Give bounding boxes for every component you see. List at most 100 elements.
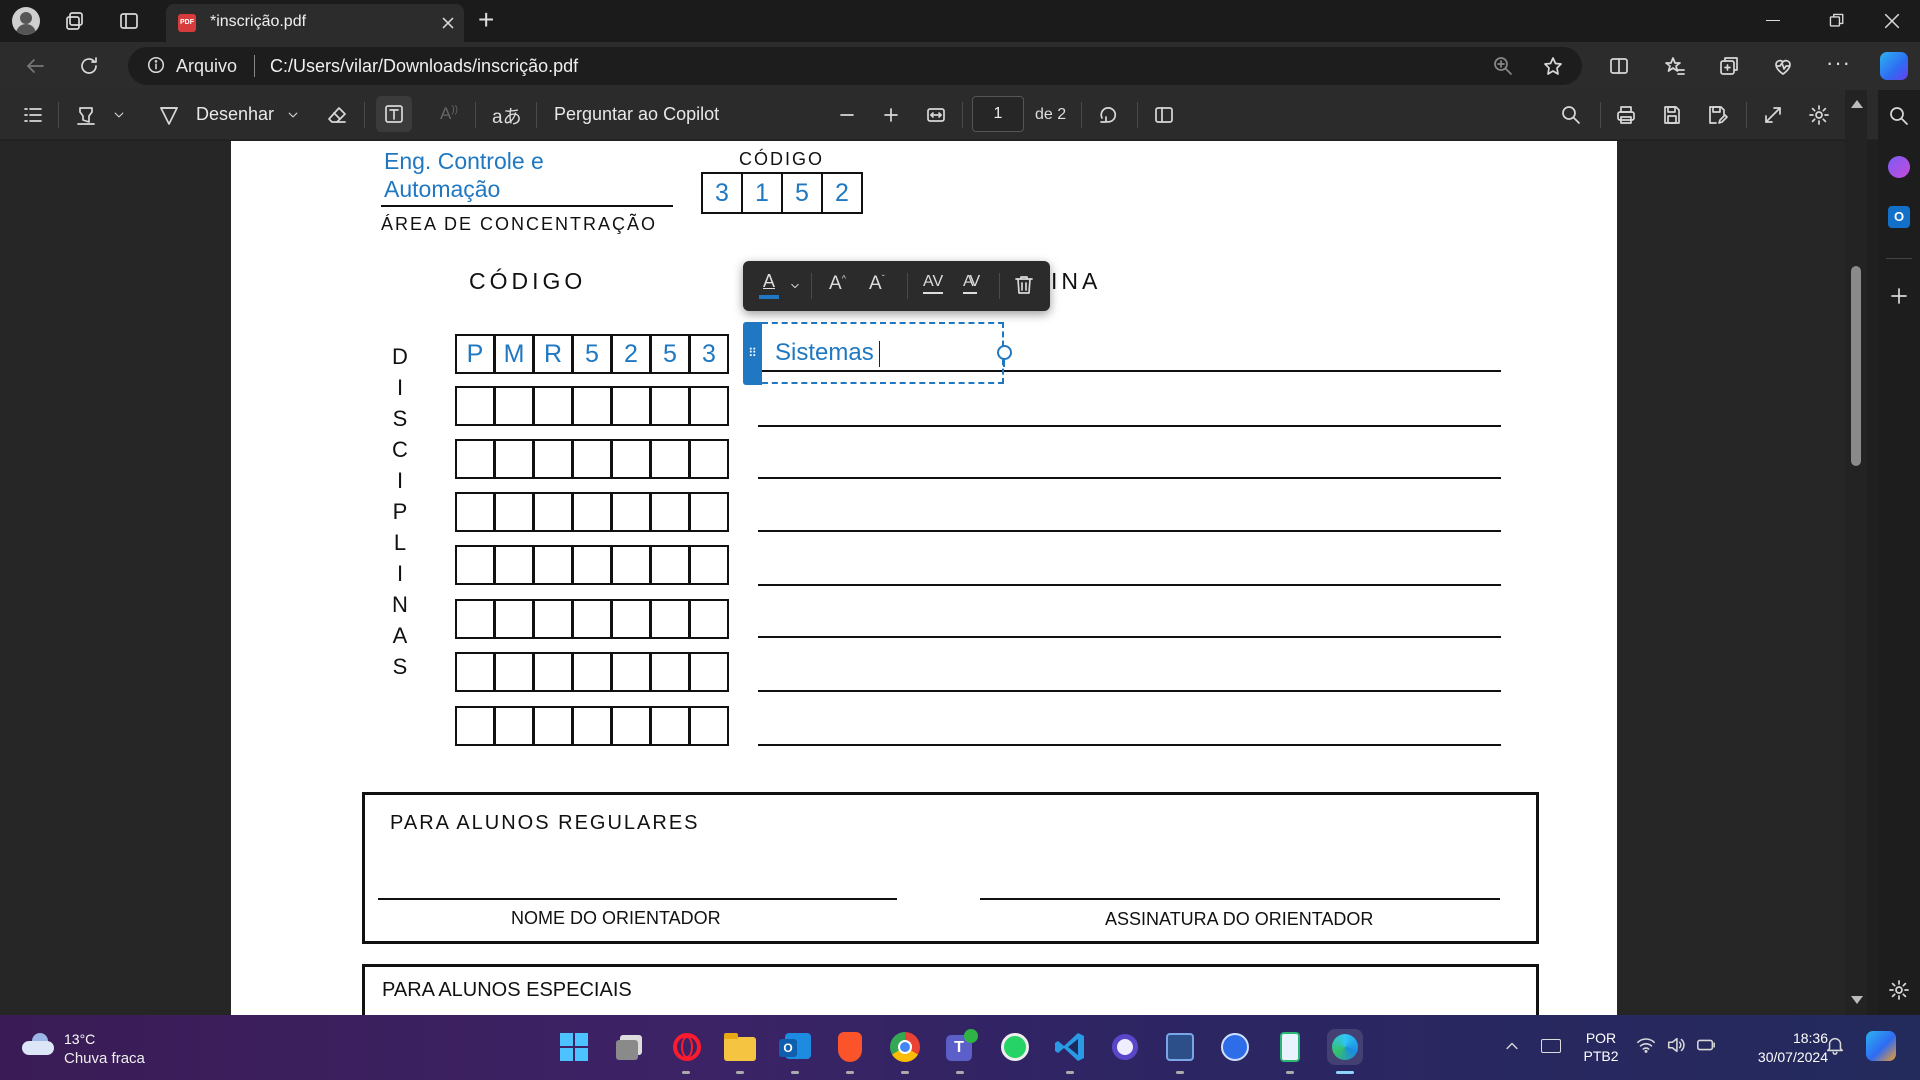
minimize-icon[interactable] [1766,20,1780,21]
chrome-icon[interactable] [887,1029,923,1065]
increase-font-icon[interactable]: A^ [829,273,846,295]
code-cell[interactable] [611,545,651,585]
zoom-out-icon[interactable] [836,104,858,126]
split-screen-icon[interactable] [1608,55,1630,77]
print-icon[interactable] [1615,104,1637,126]
close-window-icon[interactable] [1882,11,1902,31]
code-cell[interactable]: P [455,334,495,374]
code-cell[interactable]: R [533,334,573,374]
discipline-line[interactable] [758,477,1501,479]
code-cell[interactable] [533,652,573,692]
code-cell[interactable] [689,545,729,585]
app-icon-purple[interactable] [1107,1029,1143,1065]
code-cell[interactable] [494,599,534,639]
code-cell[interactable] [650,439,690,479]
browser-essentials-icon[interactable] [1772,55,1794,77]
increase-spacing-icon[interactable]: AV [923,272,944,294]
code-cell[interactable] [572,439,612,479]
orientador-signature-line[interactable] [980,898,1500,900]
codigo-top-cell[interactable]: 2 [821,172,863,214]
code-cell[interactable] [494,439,534,479]
code-cell[interactable] [689,492,729,532]
refresh-icon[interactable] [78,55,100,77]
security-label[interactable]: Arquivo [176,56,237,77]
scroll-down-arrow[interactable] [1851,996,1863,1004]
weather-icon[interactable] [22,1033,54,1055]
resize-handle[interactable] [997,345,1012,360]
info-icon[interactable] [146,55,166,75]
ask-copilot-button[interactable]: Perguntar ao Copilot [554,104,719,125]
code-cell[interactable] [455,439,495,479]
code-cell[interactable] [650,652,690,692]
add-sidebar-app-icon[interactable] [1888,285,1910,307]
new-tab-button[interactable]: + [478,6,494,34]
code-cell[interactable] [689,439,729,479]
code-cell[interactable] [572,652,612,692]
code-cell[interactable] [533,599,573,639]
code-cell[interactable] [533,439,573,479]
more-menu-icon[interactable]: ··· [1826,52,1851,74]
code-cell[interactable] [689,386,729,426]
sidebar-settings-icon[interactable] [1888,979,1910,1001]
discipline-line[interactable] [758,425,1501,427]
code-cell[interactable] [689,706,729,746]
code-cell[interactable]: 5 [650,334,690,374]
brave-icon[interactable] [832,1029,868,1065]
code-cell[interactable] [611,652,651,692]
battery-icon[interactable] [1696,1035,1716,1055]
code-cell[interactable] [572,386,612,426]
show-hidden-icons[interactable] [1503,1037,1521,1055]
pdf-page[interactable]: Eng. Controle e Automação ÁREA DE CONCEN… [231,141,1617,1024]
highlight-dropdown-icon[interactable] [112,108,126,122]
scroll-up-arrow[interactable] [1851,100,1863,108]
active-tab[interactable]: PDF *inscrição.pdf [166,4,464,42]
wifi-icon[interactable] [1636,1035,1656,1055]
rotate-icon[interactable] [1097,104,1119,126]
copilot-taskbar-icon[interactable] [1866,1031,1896,1061]
code-cell[interactable] [533,706,573,746]
weather-temp[interactable]: 13°C [64,1031,95,1047]
draw-dropdown-icon[interactable] [286,108,300,122]
discipline-line[interactable] [758,584,1501,586]
workspaces-icon[interactable] [64,10,86,32]
search-icon[interactable] [1560,104,1582,126]
code-cell[interactable] [650,386,690,426]
task-view-icon[interactable] [612,1029,648,1065]
page-number-input[interactable]: 1 [972,96,1024,132]
code-cell[interactable] [650,599,690,639]
delete-icon[interactable] [1013,274,1035,296]
zoom-icon[interactable] [1492,55,1514,77]
discipline-line[interactable] [758,744,1501,746]
app-icon-compass[interactable] [1217,1029,1253,1065]
settings-icon[interactable] [1808,104,1830,126]
code-cell[interactable]: 2 [611,334,651,374]
code-cell[interactable] [494,706,534,746]
codigo-top-cell[interactable]: 5 [781,172,823,214]
code-cell[interactable] [494,492,534,532]
code-cell[interactable] [650,706,690,746]
edge-icon[interactable] [1327,1029,1363,1065]
code-cell[interactable] [572,545,612,585]
code-cell[interactable] [689,599,729,639]
save-as-icon[interactable] [1706,104,1728,126]
scroll-thumb[interactable] [1851,266,1861,466]
vscode-icon[interactable] [1052,1029,1088,1065]
page-view-icon[interactable] [1153,104,1175,126]
outlook-icon[interactable]: O [1888,206,1910,228]
vertical-tabs-icon[interactable] [118,10,140,32]
code-cell[interactable] [494,386,534,426]
contents-list-icon[interactable] [22,104,44,126]
code-cell[interactable] [611,439,651,479]
discipline-line[interactable] [758,636,1501,638]
weather-desc[interactable]: Chuva fraca [64,1050,145,1067]
save-icon[interactable] [1661,104,1683,126]
app-icon-blue-square[interactable] [1162,1029,1198,1065]
highlight-icon[interactable] [75,104,97,126]
favorites-icon[interactable] [1664,55,1686,77]
close-tab-icon[interactable] [438,13,458,33]
code-cell[interactable]: 5 [572,334,612,374]
code-cell[interactable] [611,599,651,639]
language-indicator[interactable]: POR PTB2 [1579,1029,1623,1065]
teams-icon[interactable]: T [942,1029,978,1065]
code-cell[interactable] [455,386,495,426]
